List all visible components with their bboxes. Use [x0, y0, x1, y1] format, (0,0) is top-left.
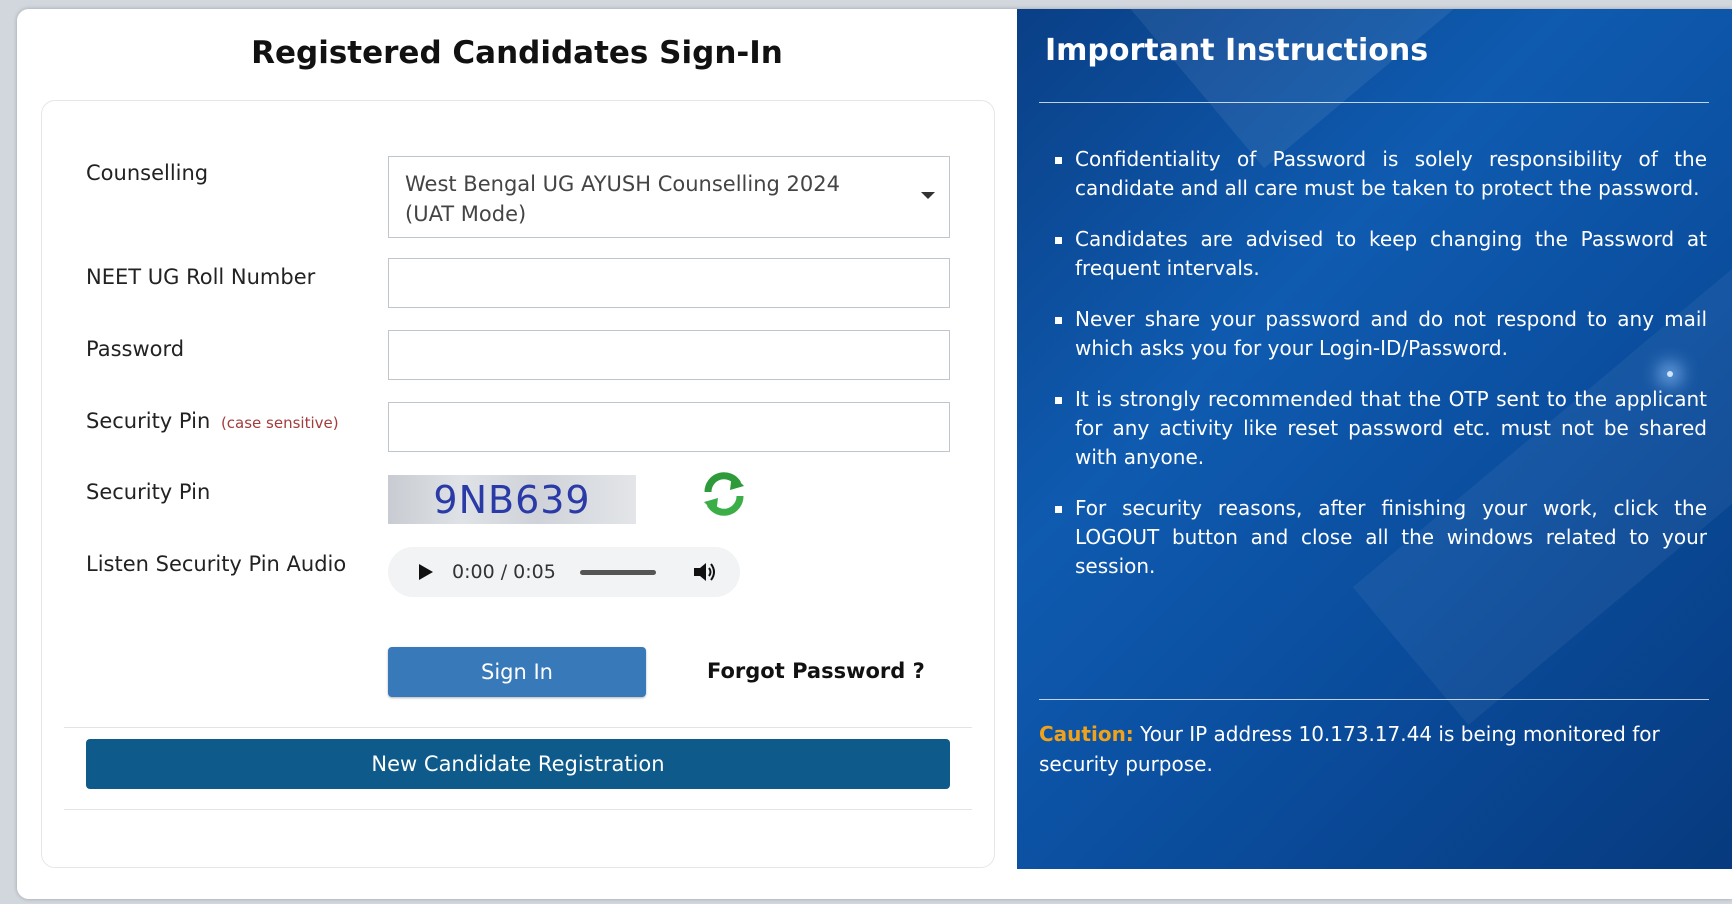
captcha-text: 9NB639 [433, 477, 591, 522]
instruction-item: Never share your password and do not res… [1055, 305, 1707, 363]
audio-progress-slider[interactable] [579, 569, 656, 575]
signin-card: Registered Candidates Sign-In Counsellin… [17, 9, 1732, 899]
audio-label: Listen Security Pin Audio [86, 552, 347, 576]
caution-notice: Caution: Your IP address 10.173.17.44 is… [1039, 719, 1709, 779]
password-input[interactable] [388, 330, 950, 380]
instructions-panel: Important Instructions Confidentiality o… [1017, 9, 1732, 869]
counselling-selected-value: West Bengal UG AYUSH Counselling 2024 (U… [405, 172, 840, 226]
sign-in-button[interactable]: Sign In [388, 647, 646, 697]
security-pin-label: Security Pin (case sensitive) [86, 409, 339, 433]
counselling-select[interactable]: West Bengal UG AYUSH Counselling 2024 (U… [388, 156, 950, 238]
instruction-item: Confidentiality of Password is solely re… [1055, 145, 1707, 203]
case-sensitive-hint: (case sensitive) [220, 414, 339, 432]
security-pin-label-text: Security Pin [86, 409, 211, 433]
password-label: Password [86, 337, 185, 361]
instruction-item: It is strongly recommended that the OTP … [1055, 385, 1707, 472]
captcha-label: Security Pin [86, 480, 211, 504]
audio-time: 0:00 / 0:05 [452, 561, 556, 583]
instructions-list: Confidentiality of Password is solely re… [1055, 145, 1707, 603]
signin-panel: Registered Candidates Sign-In Counsellin… [17, 9, 1017, 899]
security-pin-input[interactable] [388, 402, 950, 452]
captcha-image: 9NB639 [388, 475, 636, 524]
page-title: Registered Candidates Sign-In [251, 35, 783, 71]
roll-number-input[interactable] [388, 258, 950, 308]
caution-label: Caution: [1039, 722, 1134, 746]
signin-form: Counselling West Bengal UG AYUSH Counsel… [41, 100, 995, 868]
instruction-item: For security reasons, after finishing yo… [1055, 494, 1707, 581]
caution-divider [1039, 699, 1709, 700]
divider [64, 809, 972, 810]
roll-number-label: NEET UG Roll Number [86, 265, 316, 289]
new-registration-button[interactable]: New Candidate Registration [86, 739, 950, 789]
audio-player: 0:00 / 0:05 [388, 547, 740, 597]
play-icon[interactable] [418, 563, 434, 581]
chevron-down-icon [921, 192, 935, 199]
instructions-divider [1039, 102, 1709, 103]
instruction-item: Candidates are advised to keep changing … [1055, 225, 1707, 283]
instructions-title: Important Instructions [1045, 33, 1429, 68]
refresh-icon[interactable] [700, 470, 748, 518]
counselling-label: Counselling [86, 161, 209, 185]
divider [64, 727, 972, 728]
volume-icon[interactable] [692, 560, 718, 584]
forgot-password-link[interactable]: Forgot Password ? [707, 659, 925, 683]
